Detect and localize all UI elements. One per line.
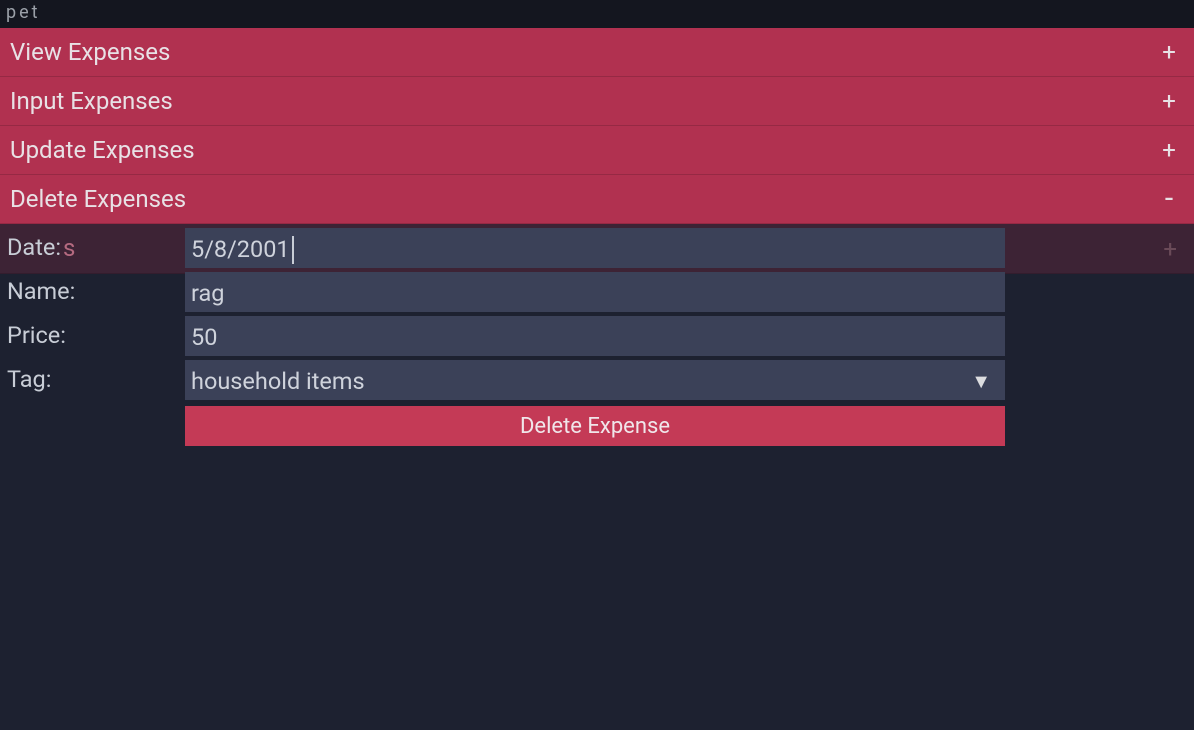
form-row-tag: Tag: household items ▼: [0, 357, 1194, 401]
tag-select[interactable]: household items ▼: [185, 360, 1005, 400]
expand-icon[interactable]: +: [1147, 30, 1191, 74]
window-title: pet: [0, 0, 1194, 28]
price-label: Price:: [0, 321, 185, 349]
text-cursor: [292, 236, 294, 264]
menu-item-view-expenses[interactable]: View Expenses +: [0, 28, 1194, 77]
tag-value: household items: [191, 367, 365, 395]
date-input[interactable]: 5/8/2001: [185, 228, 1005, 268]
form-row-price: Price: 50: [0, 313, 1194, 357]
menu-label: Delete Expenses: [0, 185, 1147, 213]
menu-item-update-expenses[interactable]: Update Expenses +: [0, 126, 1194, 175]
menu-item-delete-expenses[interactable]: Delete Expenses -: [0, 175, 1194, 224]
menu-label: Input Expenses: [0, 87, 1147, 115]
menu-item-input-expenses[interactable]: Input Expenses +: [0, 77, 1194, 126]
expand-icon[interactable]: +: [1147, 79, 1191, 123]
date-label: Date:: [0, 233, 185, 261]
chevron-down-icon: ▼: [971, 369, 991, 394]
name-input[interactable]: rag: [185, 272, 1005, 312]
name-label: Name:: [0, 277, 185, 305]
date-value: 5/8/2001: [191, 235, 290, 263]
name-value: rag: [191, 279, 224, 307]
expand-icon[interactable]: +: [1147, 128, 1191, 172]
delete-expense-form: Date: 5/8/2001 Name: rag Price: 50 Tag: …: [0, 225, 1194, 446]
tag-label: Tag:: [0, 365, 185, 393]
menu-label: Update Expenses: [0, 136, 1147, 164]
delete-expense-button[interactable]: Delete Expense: [185, 406, 1005, 446]
price-input[interactable]: 50: [185, 316, 1005, 356]
menu-label: View Expenses: [0, 38, 1147, 66]
price-value: 50: [191, 323, 217, 351]
collapse-icon[interactable]: -: [1147, 177, 1191, 221]
form-row-name: Name: rag: [0, 269, 1194, 313]
form-row-date: Date: 5/8/2001: [0, 225, 1194, 269]
